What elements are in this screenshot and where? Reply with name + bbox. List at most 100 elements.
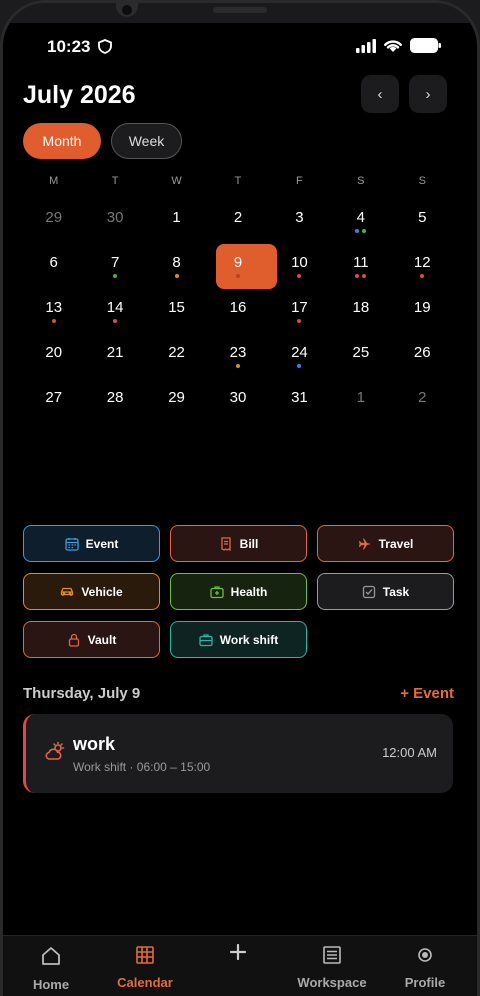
next-month-button[interactable]: › [409, 75, 447, 113]
view-toggle: Month Week [23, 123, 182, 159]
day-cell[interactable]: 31 [269, 379, 330, 424]
day-cell[interactable]: 28 [84, 379, 145, 424]
day-cell[interactable]: 12 [392, 244, 453, 289]
weekday-label: W [171, 175, 182, 187]
day-number: 25 [352, 344, 370, 361]
day-cell[interactable]: 14 [84, 289, 145, 334]
tab-profile[interactable]: Profile [380, 946, 470, 990]
event-card[interactable]: work Work shift · 06:00 – 15:00 12:00 AM [23, 714, 453, 793]
event-dot [355, 229, 360, 233]
page-title: July 2026 [23, 81, 136, 109]
day-cell[interactable]: 1 [146, 199, 207, 244]
day-cell[interactable]: 19 [392, 289, 453, 334]
tab-home[interactable]: Home [6, 946, 96, 992]
day-number: 7 [110, 254, 120, 271]
category-work-shift-button[interactable]: Work shift [170, 621, 307, 658]
event-dot [297, 364, 302, 368]
day-cell[interactable]: 4 [330, 199, 391, 244]
category-travel-button[interactable]: Travel [317, 525, 454, 562]
status-bar: 10:23 [3, 33, 477, 61]
day-number: 12 [413, 254, 431, 271]
day-cell[interactable]: 25 [330, 334, 391, 379]
day-cell[interactable]: 23 [207, 334, 268, 379]
day-cell[interactable]: 8 [146, 244, 207, 289]
day-cell[interactable]: 24 [269, 334, 330, 379]
month-view-button[interactable]: Month [23, 123, 101, 159]
day-cell[interactable]: 26 [392, 334, 453, 379]
category-vault-button[interactable]: Vault [23, 621, 160, 658]
category-label: Health [230, 584, 268, 599]
event-subtitle: Work shift · 06:00 – 15:00 [73, 760, 211, 774]
day-number: 18 [352, 299, 370, 316]
category-bill-button[interactable]: Bill [170, 525, 307, 562]
category-label: Task [382, 584, 410, 599]
day-cell[interactable]: 1 [330, 379, 391, 424]
day-cell[interactable]: 2 [207, 199, 268, 244]
event-dot [235, 364, 240, 368]
day-cell-selected[interactable]: 9 [207, 244, 278, 289]
day-cell[interactable]: 16 [207, 289, 268, 334]
category-vehicle-button[interactable]: Vehicle [23, 573, 160, 610]
category-label: Work shift [219, 632, 279, 647]
day-cell[interactable]: 29 [146, 379, 207, 424]
tab-add[interactable] [193, 942, 283, 967]
event-dot [51, 319, 56, 323]
weekday-label: M [49, 175, 59, 187]
day-cell[interactable]: 6 [23, 244, 84, 289]
day-number: 17 [291, 299, 308, 316]
category-task-button[interactable]: Task [317, 573, 454, 610]
event-dot [420, 274, 425, 278]
cloud-sun-icon [44, 741, 66, 766]
day-number: 2 [233, 209, 243, 226]
day-number: 2 [418, 389, 427, 406]
day-cell[interactable]: 7 [84, 244, 145, 289]
tab-workspace[interactable]: Workspace [287, 946, 377, 990]
tab-calendar[interactable]: Calendar [100, 946, 190, 990]
category-event-button[interactable]: Event [23, 525, 160, 562]
calendar-header: July 2026 ‹ › [23, 75, 447, 119]
day-number: 6 [49, 254, 58, 271]
day-cell[interactable]: 10 [269, 244, 330, 289]
category-health-button[interactable]: Health [170, 573, 307, 610]
day-cell[interactable]: 18 [330, 289, 391, 334]
speaker-grille [213, 7, 267, 13]
day-cell[interactable]: 17 [269, 289, 330, 334]
day-cell[interactable]: 29 [23, 199, 84, 244]
day-cell[interactable]: 30 [84, 199, 145, 244]
day-number: 29 [168, 389, 185, 406]
day-number: 11 [353, 254, 369, 271]
day-cell[interactable]: 21 [84, 334, 145, 379]
day-number: 14 [106, 299, 124, 316]
day-cell[interactable]: 30 [207, 379, 268, 424]
day-cell[interactable]: 2 [392, 379, 453, 424]
add-event-button[interactable]: + Event [400, 685, 454, 702]
tab-label-home: Home [32, 977, 70, 992]
day-cell[interactable]: 3 [269, 199, 330, 244]
weekday-label: S [357, 175, 365, 187]
camera-icon [116, 3, 138, 17]
lock-icon [67, 633, 81, 647]
status-icons [356, 38, 441, 58]
tab-label-workspace: Workspace [297, 975, 367, 990]
weekday-header: MTWTFSS [23, 175, 453, 187]
previous-month-button[interactable]: ‹ [361, 75, 399, 113]
day-cell[interactable]: 27 [23, 379, 84, 424]
weekday-label: F [296, 175, 303, 187]
event-dots [297, 364, 302, 369]
day-cell[interactable]: 20 [23, 334, 84, 379]
day-cell[interactable]: 13 [23, 289, 84, 334]
receipt-icon [219, 536, 233, 551]
week-view-button[interactable]: Week [111, 123, 182, 159]
calendar-icon [65, 537, 79, 551]
day-cell[interactable]: 11 [330, 244, 391, 289]
day-cell[interactable]: 5 [392, 199, 453, 244]
selected-day-label: Thursday, July 9 [23, 685, 141, 702]
day-cell[interactable]: 22 [146, 334, 207, 379]
day-number: 30 [229, 389, 247, 406]
event-dot [297, 274, 302, 278]
tab-label-calendar: Calendar [117, 975, 173, 990]
list-icon [323, 946, 341, 969]
day-cell[interactable]: 15 [146, 289, 207, 334]
event-title: work [73, 734, 116, 754]
bottom-tab-bar: Home Calendar Workspace Profile [3, 935, 477, 996]
